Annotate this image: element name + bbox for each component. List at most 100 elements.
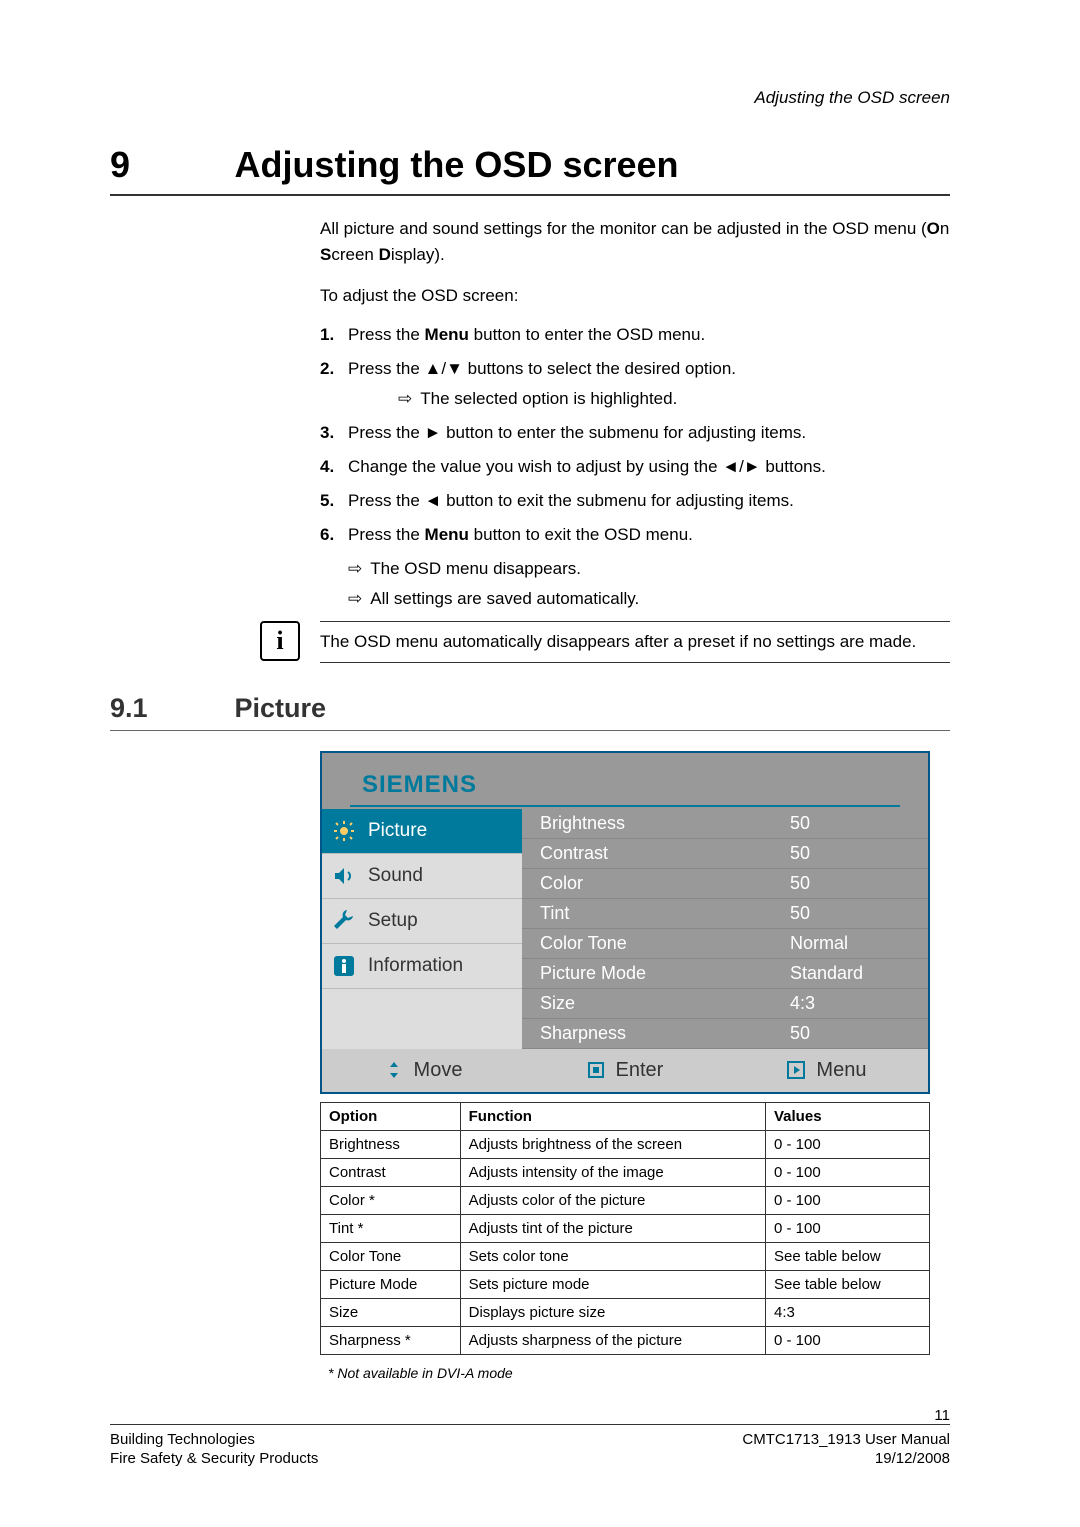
table-row: SizeDisplays picture size4:3: [321, 1298, 930, 1326]
arrow-icon: ⇨: [398, 389, 412, 408]
osd-row: Brightness50: [522, 809, 928, 839]
table-cell: 0 - 100: [766, 1130, 930, 1158]
osd-value: 50: [790, 843, 910, 864]
text: The OSD menu disappears.: [370, 559, 581, 578]
divider: [110, 730, 950, 731]
divider: [110, 194, 950, 196]
osd-footer-menu: Menu: [786, 1059, 866, 1082]
subsection-title: Picture: [234, 693, 326, 724]
osd-screenshot: SIEMENS Picture Sound Setup I: [320, 751, 930, 1094]
osd-row: Size 4:3: [522, 989, 928, 1019]
running-header: Adjusting the OSD screen: [110, 88, 950, 108]
table-header: Option: [321, 1102, 461, 1130]
text-bold: D: [379, 245, 391, 264]
info-icon: i: [260, 621, 300, 661]
osd-value: 50: [790, 1023, 910, 1044]
osd-value: 4:3: [790, 993, 910, 1014]
speaker-icon: [330, 862, 358, 890]
text-bold: Menu: [425, 525, 469, 544]
osd-value: 50: [790, 873, 910, 894]
osd-label: Brightness: [540, 813, 790, 834]
table-cell: See table below: [766, 1242, 930, 1270]
table-cell: Adjusts intensity of the image: [460, 1158, 765, 1186]
arrow-icon: ⇨: [348, 559, 362, 578]
step-5: Press the ◄ button to exit the submenu f…: [320, 491, 950, 511]
osd-value: Normal: [790, 933, 910, 954]
table-header: Values: [766, 1102, 930, 1130]
text: creen: [331, 245, 378, 264]
table-row: BrightnessAdjusts brightness of the scre…: [321, 1130, 930, 1158]
text-bold: S: [320, 245, 331, 264]
text: All settings are saved automatically.: [370, 589, 639, 608]
footnote: * Not available in DVI-A mode: [328, 1365, 950, 1381]
osd-tabs: Picture Sound Setup Information: [322, 809, 522, 1049]
section-title: Adjusting the OSD screen: [234, 144, 678, 186]
osd-label: Color: [540, 873, 790, 894]
enter-icon: [586, 1060, 606, 1080]
table-cell: See table below: [766, 1270, 930, 1298]
options-table: Option Function Values BrightnessAdjusts…: [320, 1102, 930, 1355]
step-6: Press the Menu button to exit the OSD me…: [320, 525, 950, 545]
table-row: Picture ModeSets picture modeSee table b…: [321, 1270, 930, 1298]
info-icon: [330, 952, 358, 980]
tab-label: Sound: [368, 865, 423, 887]
osd-footer-enter: Enter: [586, 1059, 664, 1082]
table-cell: Contrast: [321, 1158, 461, 1186]
osd-value: Standard: [790, 963, 910, 984]
table-cell: 0 - 100: [766, 1326, 930, 1354]
text: Change the value you wish to adjust by u…: [348, 457, 826, 476]
footer-right-2: 19/12/2008: [875, 1450, 950, 1467]
table-row: Color ToneSets color toneSee table below: [321, 1242, 930, 1270]
subsection-number: 9.1: [110, 693, 230, 724]
table-cell: Adjusts brightness of the screen: [460, 1130, 765, 1158]
osd-tab-setup: Setup: [322, 899, 522, 944]
text: The selected option is highlighted.: [420, 389, 677, 408]
text-bold: Menu: [425, 325, 469, 344]
step-2: Press the ▲/▼ buttons to select the desi…: [320, 359, 950, 409]
osd-footer: Move Enter Menu: [322, 1049, 928, 1092]
arrow-icon: ⇨: [348, 589, 362, 608]
osd-label: Picture Mode: [540, 963, 790, 984]
osd-label: Tint: [540, 903, 790, 924]
table-cell: Picture Mode: [321, 1270, 461, 1298]
table-cell: 0 - 100: [766, 1186, 930, 1214]
osd-label: Contrast: [540, 843, 790, 864]
subsection-heading-row: 9.1 Picture: [110, 693, 950, 724]
table-row: Tint *Adjusts tint of the picture0 - 100: [321, 1214, 930, 1242]
tab-label: Information: [368, 955, 463, 977]
osd-footer-move: Move: [384, 1059, 463, 1082]
table-row: Color *Adjusts color of the picture0 - 1…: [321, 1186, 930, 1214]
result-1: ⇨ The OSD menu disappears.: [348, 559, 950, 579]
text: Press the: [348, 325, 425, 344]
text: All picture and sound settings for the m…: [320, 219, 927, 238]
table-row: ContrastAdjusts intensity of the image0 …: [321, 1158, 930, 1186]
result-2: ⇨ All settings are saved automatically.: [348, 589, 950, 609]
text: Menu: [816, 1059, 866, 1082]
osd-label: Color Tone: [540, 933, 790, 954]
table-cell: 0 - 100: [766, 1158, 930, 1186]
siemens-logo: SIEMENS: [322, 771, 928, 799]
osd-row: Sharpness50: [522, 1019, 928, 1049]
tab-label: Setup: [368, 910, 418, 932]
osd-tab-information: Information: [322, 944, 522, 989]
osd-row: Color50: [522, 869, 928, 899]
intro-paragraph: All picture and sound settings for the m…: [320, 216, 950, 267]
osd-row: Color ToneNormal: [522, 929, 928, 959]
footer-left-1: Building Technologies: [110, 1431, 255, 1448]
table-cell: Tint *: [321, 1214, 461, 1242]
text: Press the: [348, 525, 425, 544]
text-bold: O: [927, 219, 940, 238]
footer-left-2: Fire Safety & Security Products: [110, 1450, 318, 1467]
table-cell: Sets picture mode: [460, 1270, 765, 1298]
table-cell: Brightness: [321, 1130, 461, 1158]
brightness-icon: [330, 817, 358, 845]
table-row: Sharpness *Adjusts sharpness of the pict…: [321, 1326, 930, 1354]
osd-tab-picture: Picture: [322, 809, 522, 854]
text: button to exit the OSD menu.: [469, 525, 693, 544]
osd-row: Picture ModeStandard: [522, 959, 928, 989]
table-cell: Sharpness *: [321, 1326, 461, 1354]
table-cell: Sets color tone: [460, 1242, 765, 1270]
updown-icon: [384, 1060, 404, 1080]
text: Press the ◄ button to exit the submenu f…: [348, 491, 794, 510]
wrench-icon: [330, 907, 358, 935]
